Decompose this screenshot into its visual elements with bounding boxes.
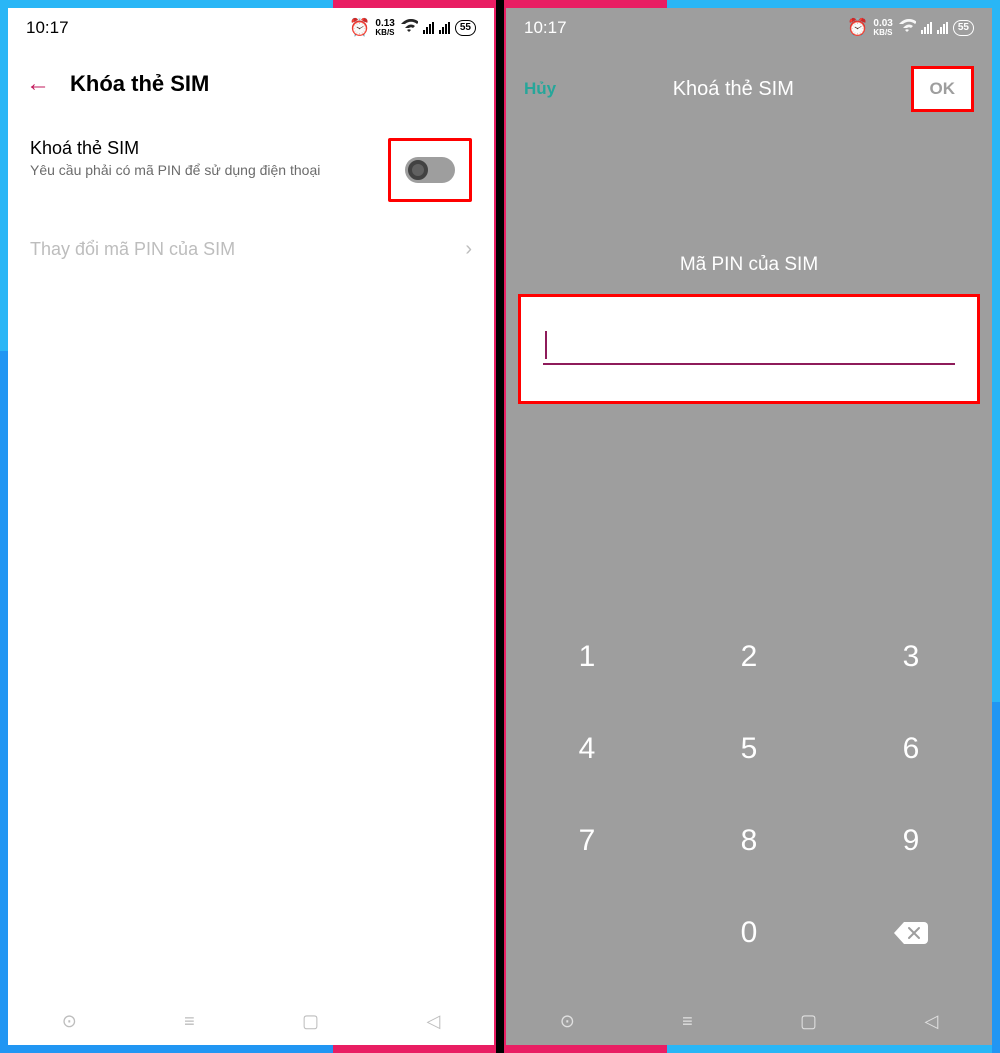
status-time: 10:17 [26, 18, 69, 38]
key-8[interactable]: 8 [668, 795, 830, 887]
key-2[interactable]: 2 [668, 611, 830, 703]
page-title: Khóa thẻ SIM [70, 71, 209, 97]
status-bar: 10:17 ⏰ 0.13KB/S 55 [8, 8, 494, 48]
signal-icon-1 [423, 22, 434, 34]
alarm-icon: ⏰ [349, 18, 370, 38]
nav-assistant-icon[interactable]: ⊙ [560, 1011, 575, 1032]
signal-icon-2 [439, 22, 450, 34]
nav-recents-icon[interactable]: ≡ [682, 1011, 693, 1032]
key-backspace[interactable] [830, 887, 992, 979]
text-cursor [545, 331, 547, 359]
nav-recents-icon[interactable]: ≡ [184, 1011, 195, 1032]
chevron-right-icon: › [465, 238, 472, 261]
key-6[interactable]: 6 [830, 703, 992, 795]
change-sim-pin-row[interactable]: Thay đổi mã PIN của SIM › [8, 218, 494, 281]
pin-prompt-label: Mã PIN của SIM [506, 254, 992, 276]
key-9[interactable]: 9 [830, 795, 992, 887]
signal-icon-1 [921, 22, 932, 34]
nav-home-icon[interactable]: ▢ [302, 1011, 319, 1032]
wifi-icon [400, 18, 418, 38]
screens-divider [496, 0, 504, 1053]
signal-icon-2 [937, 22, 948, 34]
dialog-header: Hủy Khoá thẻ SIM OK [506, 48, 992, 134]
wifi-icon [898, 18, 916, 38]
ok-button[interactable]: OK [911, 66, 975, 112]
key-1[interactable]: 1 [506, 611, 668, 703]
cancel-button[interactable]: Hủy [524, 79, 556, 99]
status-bar: 10:17 ⏰ 0.03KB/S 55 [506, 8, 992, 48]
back-icon[interactable]: ← [26, 70, 50, 98]
alarm-icon: ⏰ [847, 18, 868, 38]
page-header: ← Khóa thẻ SIM [8, 48, 494, 126]
sim-lock-toggle[interactable] [405, 157, 455, 183]
backspace-icon [894, 922, 928, 944]
key-3[interactable]: 3 [830, 611, 992, 703]
key-7[interactable]: 7 [506, 795, 668, 887]
change-sim-pin-label: Thay đổi mã PIN của SIM [30, 239, 235, 260]
battery-indicator: 55 [953, 20, 974, 36]
sim-lock-row: Khoá thẻ SIM Yêu cầu phải có mã PIN để s… [8, 126, 494, 218]
nav-home-icon[interactable]: ▢ [800, 1011, 817, 1032]
key-blank [506, 887, 668, 979]
nav-assistant-icon[interactable]: ⊙ [62, 1011, 77, 1032]
system-nav-bar: ⊙ ≡ ▢ ◁ [506, 997, 992, 1045]
system-nav-bar: ⊙ ≡ ▢ ◁ [8, 997, 494, 1045]
dialog-title: Khoá thẻ SIM [673, 78, 794, 101]
network-speed: 0.13KB/S [375, 19, 394, 37]
battery-indicator: 55 [455, 20, 476, 36]
pin-input[interactable] [543, 331, 955, 365]
highlight-box-pin-input [518, 294, 980, 404]
sim-lock-title: Khoá thẻ SIM [30, 138, 320, 159]
network-speed: 0.03KB/S [873, 19, 892, 37]
nav-back-icon[interactable]: ◁ [924, 1011, 938, 1032]
status-time: 10:17 [524, 18, 567, 38]
key-0[interactable]: 0 [668, 887, 830, 979]
numeric-keypad: 1 2 3 4 5 6 7 8 9 0 [506, 611, 992, 979]
screen-enter-sim-pin: 10:17 ⏰ 0.03KB/S 55 Hủy Khoá thẻ SIM OK … [506, 8, 992, 1045]
key-5[interactable]: 5 [668, 703, 830, 795]
highlight-box-toggle [388, 138, 472, 202]
screen-sim-lock-settings: 10:17 ⏰ 0.13KB/S 55 ← Khóa thẻ SIM Khoá … [8, 8, 494, 1045]
sim-lock-subtitle: Yêu cầu phải có mã PIN để sử dụng điện t… [30, 162, 320, 178]
nav-back-icon[interactable]: ◁ [426, 1011, 440, 1032]
key-4[interactable]: 4 [506, 703, 668, 795]
